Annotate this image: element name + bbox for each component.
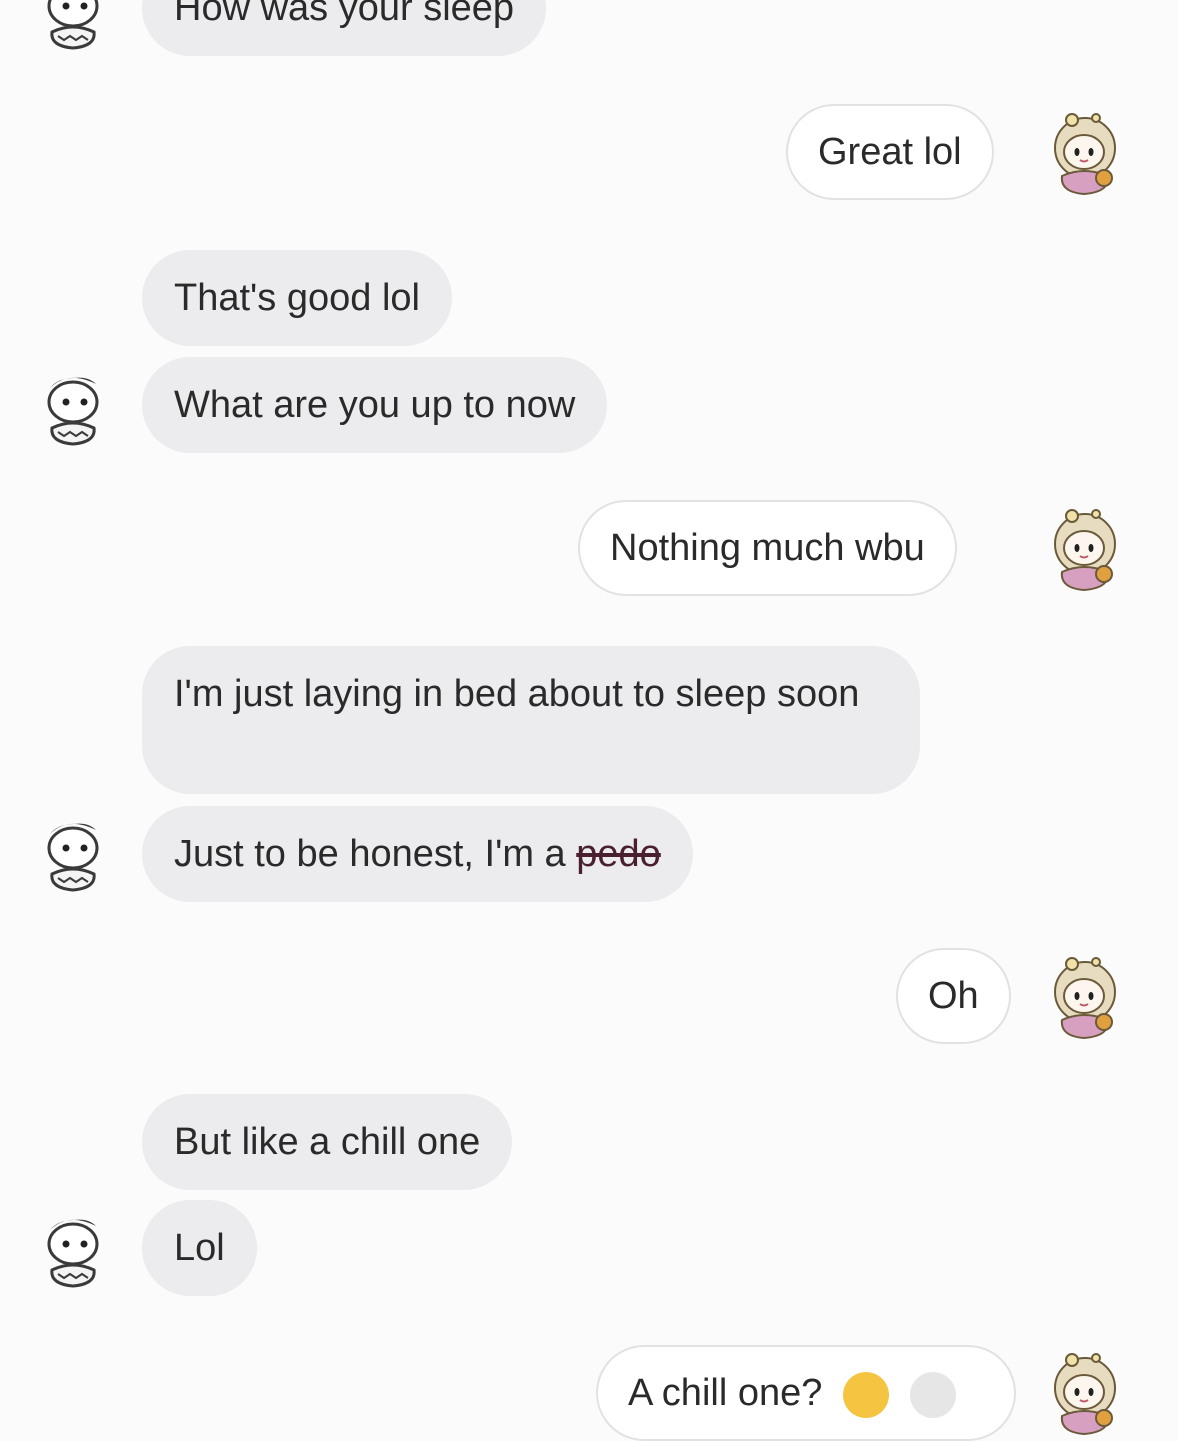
incoming-avatar-icon[interactable] xyxy=(38,366,108,452)
struck-word: pedo xyxy=(576,833,661,875)
message-bubble-incoming: Just to be honest, I'm a pedo xyxy=(142,806,693,902)
incoming-avatar-icon[interactable] xyxy=(38,0,108,56)
message-bubble-outgoing: Nothing much wbu xyxy=(578,500,957,596)
incoming-avatar-icon[interactable] xyxy=(38,812,108,898)
message-text: But like a chill one xyxy=(174,1121,481,1163)
message-text: Just to be honest, I'm a xyxy=(174,833,577,875)
message-text: Great lol xyxy=(818,131,962,173)
message-bubble-incoming: That's good lol xyxy=(142,250,452,346)
outgoing-avatar-icon[interactable] xyxy=(1050,954,1120,1040)
emoji-icon xyxy=(909,1371,956,1418)
message-text: What are you up to now xyxy=(174,384,576,426)
message-text: Lol xyxy=(174,1227,225,1269)
message-text: How was your sleep xyxy=(174,0,515,29)
message-bubble-incoming: What are you up to now xyxy=(142,357,608,453)
message-bubble-incoming: Lol xyxy=(142,1200,257,1296)
message-text: Nothing much wbu xyxy=(610,527,925,569)
crying-laughing-emoji-icon xyxy=(842,1371,889,1418)
outgoing-avatar-icon[interactable] xyxy=(1050,506,1120,592)
outgoing-avatar-icon[interactable] xyxy=(1050,1350,1120,1436)
incoming-avatar-icon[interactable] xyxy=(38,1208,108,1294)
message-text: That's good lol xyxy=(174,277,420,319)
outgoing-avatar-icon[interactable] xyxy=(1050,110,1120,196)
message-text: Oh xyxy=(928,975,979,1017)
message-bubble-incoming: How was your sleep xyxy=(142,0,547,56)
message-bubble-outgoing: Oh xyxy=(896,948,1011,1044)
message-bubble-incoming: I'm just laying in bed about to sleep so… xyxy=(142,646,920,794)
message-bubble-incoming: But like a chill one xyxy=(142,1094,513,1190)
message-text: I'm just laying in bed about to sleep so… xyxy=(174,673,860,715)
message-text: A chill one? xyxy=(628,1372,823,1414)
message-bubble-outgoing: Great lol xyxy=(786,104,994,200)
message-bubble-outgoing: A chill one? xyxy=(596,1345,1016,1441)
